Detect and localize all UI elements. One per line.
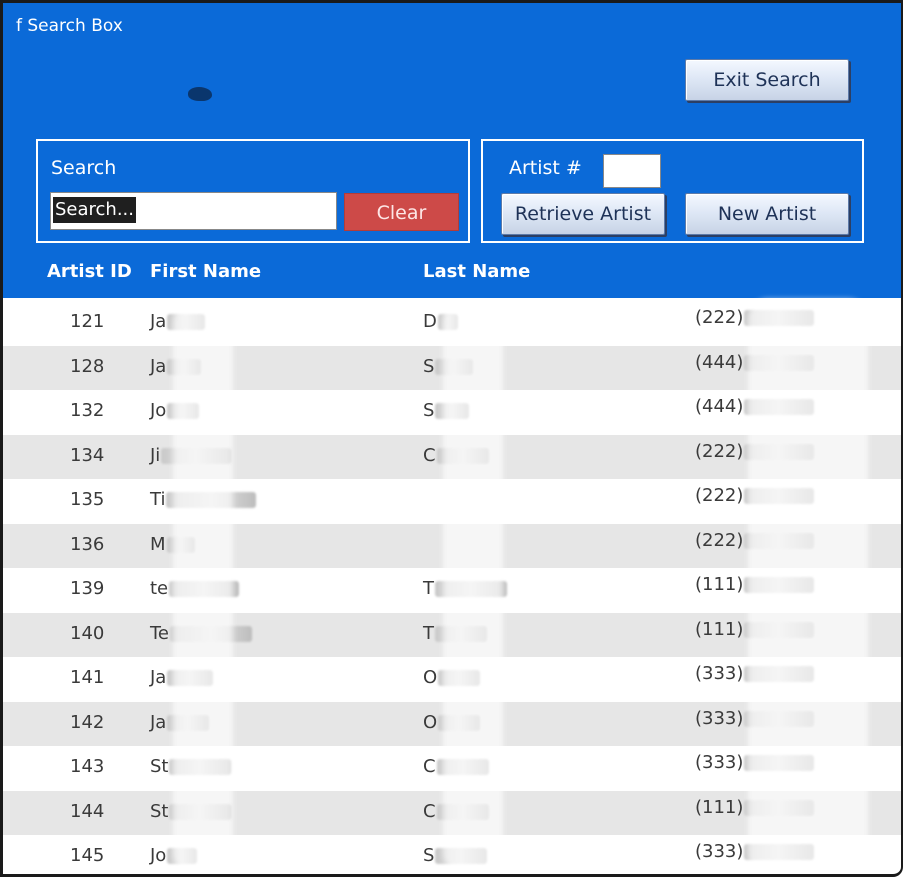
artist-id-cell-text: 145 bbox=[70, 845, 105, 866]
form-header: f Search Box Exit Search Search Search..… bbox=[3, 3, 901, 298]
first-name-cell-text: Ja bbox=[150, 311, 167, 332]
phone-cell-text: (333) bbox=[695, 663, 744, 684]
phone-cell-text: (111) bbox=[695, 574, 744, 595]
artist-id-cell: 140 bbox=[70, 623, 104, 644]
first-name-cell-text: St bbox=[150, 756, 169, 777]
artist-number-label: Artist # bbox=[509, 157, 582, 179]
artist-id-cell: 139 bbox=[70, 578, 104, 599]
column-header-first-name: First Name bbox=[150, 261, 262, 282]
last-name-cell-text: S bbox=[423, 845, 435, 866]
artist-id-cell-text: 141 bbox=[70, 667, 105, 688]
artist-id-cell: 132 bbox=[70, 400, 104, 421]
phone-cell-text: (333) bbox=[695, 752, 744, 773]
last-name-cell-text: T bbox=[423, 622, 434, 644]
first-name-cell-text: Ti bbox=[150, 489, 166, 510]
artist-id-cell-text: 140 bbox=[70, 622, 105, 644]
new-artist-button[interactable]: New Artist bbox=[685, 193, 849, 235]
phone-cell-text: (444) bbox=[695, 396, 744, 417]
phone-cell-text: (222) bbox=[695, 485, 744, 506]
phone-cell-text: (222) bbox=[695, 529, 744, 551]
phone-cell-text: (222) bbox=[695, 440, 744, 462]
first-name-cell-text: M bbox=[150, 533, 166, 555]
last-name-cell-text: D bbox=[423, 311, 437, 332]
last-name-cell-text: T bbox=[423, 578, 434, 599]
last-name-cell-text: O bbox=[423, 667, 438, 688]
artist-id-cell-text: 136 bbox=[70, 533, 105, 555]
column-header-artist-id: Artist ID bbox=[47, 261, 132, 282]
search-input-text: Search... bbox=[53, 197, 137, 223]
artist-id-cell: 136 bbox=[70, 534, 104, 555]
artist-id-cell: 143 bbox=[70, 756, 104, 777]
redaction-smear bbox=[443, 303, 503, 873]
first-name-cell-text: te bbox=[150, 578, 169, 599]
phone-cell-text: (111) bbox=[695, 796, 744, 818]
artist-id-cell-text: 121 bbox=[70, 311, 105, 332]
artist-id-cell-text: 143 bbox=[70, 756, 105, 777]
last-name-cell-text: C bbox=[423, 444, 436, 466]
artist-id-cell-text: 132 bbox=[70, 400, 105, 421]
window-title: f Search Box bbox=[16, 16, 123, 36]
first-name-cell-text: Te bbox=[150, 622, 170, 644]
first-name-cell-text: St bbox=[150, 800, 169, 822]
artist-id-cell: 134 bbox=[70, 445, 104, 466]
retrieve-artist-button[interactable]: Retrieve Artist bbox=[501, 193, 665, 235]
phone-cell-text: (333) bbox=[695, 707, 744, 729]
artist-id-cell-text: 144 bbox=[70, 800, 105, 822]
last-name-cell-text: C bbox=[423, 756, 436, 777]
artist-id-cell: 135 bbox=[70, 489, 104, 510]
first-name-cell-text: Jo bbox=[150, 400, 167, 421]
first-name-cell-text: Ja bbox=[150, 667, 167, 688]
phone-cell-text: (333) bbox=[695, 841, 744, 862]
last-name-cell-text: S bbox=[423, 400, 435, 421]
redaction-smear bbox=[748, 299, 868, 874]
redaction-smear bbox=[173, 303, 233, 873]
last-name-cell-text: C bbox=[423, 800, 436, 822]
column-header-last-name: Last Name bbox=[423, 261, 531, 282]
artist-id-cell: 128 bbox=[70, 356, 104, 377]
first-name-cell-text: Ji bbox=[150, 444, 161, 466]
search-label: Search bbox=[51, 157, 117, 179]
artist-id-cell-text: 139 bbox=[70, 578, 105, 599]
first-name-cell-text: Ja bbox=[150, 355, 167, 377]
phone-cell-text: (222) bbox=[695, 307, 744, 328]
exit-search-button[interactable]: Exit Search bbox=[685, 59, 849, 101]
artist-id-cell: 144 bbox=[70, 801, 104, 822]
artist-id-cell: 145 bbox=[70, 845, 104, 866]
artist-id-cell: 142 bbox=[70, 712, 104, 733]
artist-id-cell: 141 bbox=[70, 667, 104, 688]
artist-id-cell: 121 bbox=[70, 311, 104, 332]
artist-id-cell-text: 142 bbox=[70, 711, 105, 733]
last-name-cell-text: O bbox=[423, 711, 438, 733]
phone-cell-text: (111) bbox=[695, 618, 744, 640]
last-name-cell-text: S bbox=[423, 355, 435, 377]
artist-id-cell-text: 134 bbox=[70, 444, 105, 466]
artist-id-cell-text: 135 bbox=[70, 489, 105, 510]
search-form-window: f Search Box Exit Search Search Search..… bbox=[0, 0, 903, 877]
first-name-cell-text: Jo bbox=[150, 845, 167, 866]
logo-icon bbox=[188, 87, 212, 101]
phone-cell-text: (444) bbox=[695, 351, 744, 373]
artist-number-input[interactable] bbox=[603, 154, 661, 188]
clear-button[interactable]: Clear bbox=[344, 193, 459, 231]
first-name-cell-text: Ja bbox=[150, 711, 167, 733]
artist-id-cell-text: 128 bbox=[70, 355, 105, 377]
